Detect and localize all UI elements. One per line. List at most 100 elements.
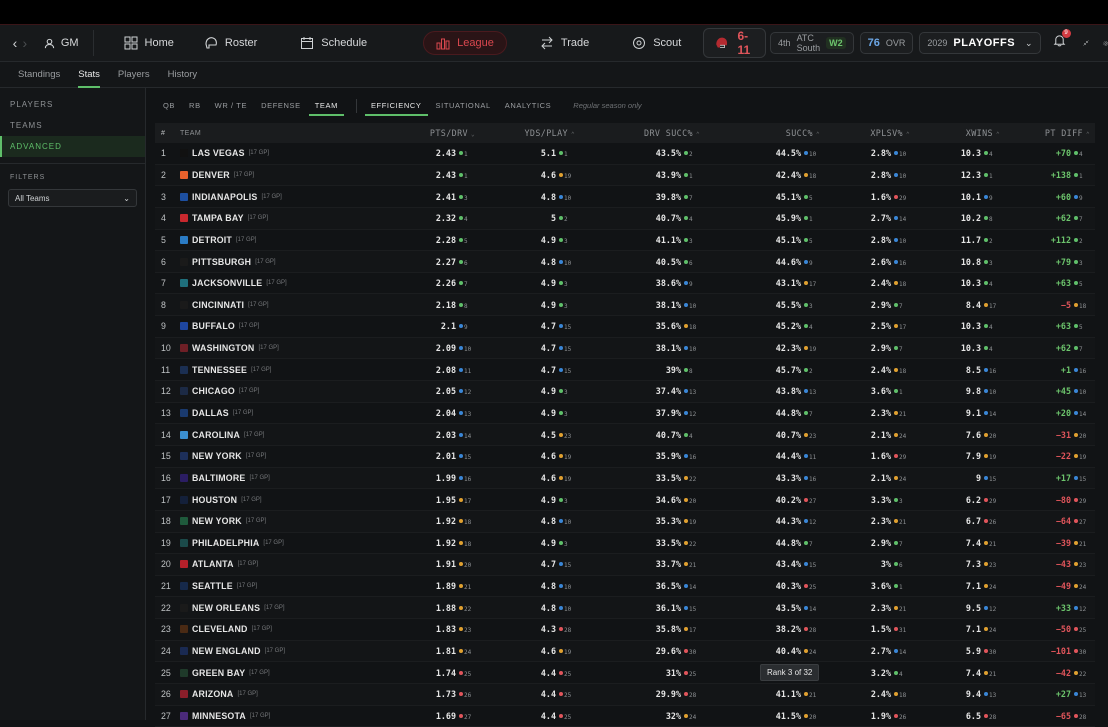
team-cell[interactable]: ARIZONA [17 GP] — [180, 689, 395, 699]
team-filter-select[interactable]: All Teams ⌄ — [8, 189, 137, 207]
table-row[interactable]: 8 CINCINNATI [17 GP] 2.18 8 4.9 3 38.1% 10 45.5% 3… — [155, 294, 1095, 317]
team-cell[interactable]: NEW YORK [17 GP] — [180, 451, 395, 461]
tab-rb[interactable]: RB — [189, 96, 201, 116]
team-cell[interactable]: PHILADELPHIA [17 GP] — [180, 538, 395, 548]
stat-cell[interactable]: 1.6% 29 — [820, 451, 910, 461]
stat-cell[interactable]: 7.3 23 — [910, 559, 1000, 569]
team-cell[interactable]: DETROIT [17 GP] — [180, 235, 395, 245]
stat-cell[interactable]: 4.7 15 — [475, 559, 575, 569]
stat-cell[interactable]: 41.1% 21 — [700, 689, 820, 699]
table-row[interactable]: 16 BALTIMORE [17 GP] 1.99 16 4.6 19 33.5% 22 43.3… — [155, 467, 1095, 490]
table-row[interactable]: 15 NEW YORK [17 GP] 2.01 15 4.6 19 35.9% 16 44.4%… — [155, 446, 1095, 468]
team-cell[interactable]: GREEN BAY [17 GP] — [180, 668, 395, 678]
stat-cell[interactable]: 40.3% 25 — [700, 581, 820, 591]
stat-cell[interactable]: 33.7% 21 — [575, 559, 700, 569]
stat-cell[interactable]: 4.8 10 — [475, 257, 575, 267]
stat-cell[interactable]: 5.9 30 — [910, 646, 1000, 656]
table-row[interactable]: 19 PHILADELPHIA [17 GP] 1.92 18 4.9 3 33.5% 22 44… — [155, 533, 1095, 555]
stat-cell[interactable]: 2.32 4 — [395, 213, 475, 223]
tab-players[interactable]: Players — [118, 62, 150, 88]
stat-cell[interactable]: 4.4 25 — [475, 668, 575, 678]
standing-pill[interactable]: 4th ATC South W2 — [770, 32, 854, 54]
nav-scout[interactable]: Scout — [632, 36, 681, 50]
team-cell[interactable]: DENVER [17 GP] — [180, 170, 395, 180]
stat-cell[interactable]: 44.3% 12 — [700, 516, 820, 526]
team-cell[interactable]: PITTSBURGH [17 GP] — [180, 257, 395, 267]
stat-cell[interactable]: 2.03 14 — [395, 430, 475, 440]
stat-cell[interactable]: 38.1% 10 — [575, 343, 700, 353]
stat-cell[interactable]: +63 5 — [1000, 278, 1090, 288]
stat-cell[interactable]: 1.9% 26 — [820, 711, 910, 721]
stat-cell[interactable]: 8.4 17 — [910, 300, 1000, 310]
team-cell[interactable]: BUFFALO [17 GP] — [180, 321, 395, 331]
sidebar-item-players[interactable]: PLAYERS — [0, 94, 145, 115]
nav-schedule[interactable]: Schedule — [300, 36, 367, 50]
table-row[interactable]: 26 ARIZONA [17 GP] 1.73 26 4.4 25 29.9% 28 41.1% 2… — [155, 684, 1095, 706]
stat-cell[interactable]: 45.2% 4 — [700, 321, 820, 331]
stat-cell[interactable]: 10.8 3 — [910, 257, 1000, 267]
stat-cell[interactable]: −31 20 — [1000, 430, 1090, 440]
stat-cell[interactable]: +1 16 — [1000, 365, 1090, 375]
tab-team[interactable]: TEAM — [308, 96, 344, 116]
stat-cell[interactable]: 9.1 14 — [910, 408, 1000, 418]
stat-cell[interactable]: 35.3% 19 — [575, 516, 700, 526]
stat-cell[interactable]: 1.89 21 — [395, 581, 475, 591]
stat-cell[interactable]: +112 2 — [1000, 235, 1090, 245]
team-cell[interactable]: TENNESSEE [17 GP] — [180, 365, 395, 375]
nav-home[interactable]: Home — [124, 36, 174, 50]
stat-cell[interactable]: 43.4% 15 — [700, 559, 820, 569]
team-cell[interactable]: HOUSTON [17 GP] — [180, 495, 395, 505]
stat-cell[interactable]: 2.7% 14 — [820, 646, 910, 656]
stat-cell[interactable]: 31% 25 — [575, 668, 700, 678]
stat-cell[interactable]: 2.4% 18 — [820, 365, 910, 375]
ovr-pill[interactable]: 76 OVR — [859, 32, 914, 54]
stat-cell[interactable]: 4.8 10 — [475, 192, 575, 202]
stat-cell[interactable]: 4.8 10 — [475, 603, 575, 613]
col-succ-header[interactable]: SUCC% ⌃ — [700, 128, 820, 138]
stat-cell[interactable]: 4.9 3 — [475, 495, 575, 505]
stat-cell[interactable]: −39 21 — [1000, 538, 1090, 548]
team-cell[interactable]: MINNESOTA [17 GP] — [180, 711, 395, 721]
table-row[interactable]: 14 CAROLINA [17 GP] 2.03 14 4.5 23 40.7% 4 40.7% 2… — [155, 424, 1095, 446]
stat-cell[interactable]: 9.5 12 — [910, 603, 1000, 613]
stat-cell[interactable]: 40.2% 27 — [700, 495, 820, 505]
stat-cell[interactable]: 43.8% 13 — [700, 386, 820, 396]
stat-cell[interactable]: +79 3 — [1000, 257, 1090, 267]
stat-cell[interactable]: 1.83 23 — [395, 624, 475, 634]
stat-cell[interactable]: 2.08 11 — [395, 365, 475, 375]
stat-cell[interactable]: 38.6% 9 — [575, 278, 700, 288]
team-cell[interactable]: CLEVELAND [17 GP] — [180, 624, 395, 634]
stat-cell[interactable]: +60 9 — [1000, 192, 1090, 202]
nav-league[interactable]: League — [423, 31, 507, 55]
stat-cell[interactable]: 32% 24 — [575, 711, 700, 721]
team-cell[interactable]: NEW ORLEANS [17 GP] — [180, 603, 395, 613]
stat-cell[interactable]: 11.7 2 — [910, 235, 1000, 245]
stat-cell[interactable]: −42 22 — [1000, 668, 1090, 678]
team-cell[interactable]: BALTIMORE [17 GP] — [180, 473, 395, 483]
back-arrow-icon[interactable]: ‹ — [10, 35, 20, 51]
tab-defense[interactable]: DEFENSE — [261, 96, 301, 116]
sidebar-item-advanced[interactable]: ADVANCED — [0, 136, 145, 157]
stat-cell[interactable]: 2.1% 24 — [820, 473, 910, 483]
gear-icon[interactable] — [1103, 38, 1108, 49]
stat-cell[interactable]: 2.8% 10 — [820, 170, 910, 180]
stat-cell[interactable]: 2.8% 10 — [820, 148, 910, 158]
stat-cell[interactable]: 2.5% 17 — [820, 321, 910, 331]
stat-cell[interactable]: 40.5% 6 — [575, 257, 700, 267]
team-cell[interactable]: NEW ENGLAND [17 GP] — [180, 646, 395, 656]
stat-cell[interactable]: 40.7% 23 — [700, 430, 820, 440]
stat-cell[interactable]: 29.6% 30 — [575, 646, 700, 656]
stat-cell[interactable]: 3% 6 — [820, 559, 910, 569]
stat-cell[interactable]: 33.5% 22 — [575, 473, 700, 483]
stat-cell[interactable]: 2.28 5 — [395, 235, 475, 245]
stat-cell[interactable]: 2.3% 21 — [820, 516, 910, 526]
tab-history[interactable]: History — [168, 62, 198, 88]
stat-cell[interactable]: 36.1% 15 — [575, 603, 700, 613]
season-selector[interactable]: 2029 PLAYOFFS ⌄ — [919, 32, 1041, 54]
stat-cell[interactable]: 1.88 22 — [395, 603, 475, 613]
table-row[interactable]: 1 LAS VEGAS [17 GP] 2.43 1 5.1 1 43.5% 2 44.5% 10 2… — [155, 143, 1095, 165]
stat-cell[interactable]: 44.8% 7 — [700, 408, 820, 418]
stat-cell[interactable]: 4.6 19 — [475, 451, 575, 461]
stat-cell[interactable]: −49 24 — [1000, 581, 1090, 591]
stat-cell[interactable]: 35.6% 18 — [575, 321, 700, 331]
